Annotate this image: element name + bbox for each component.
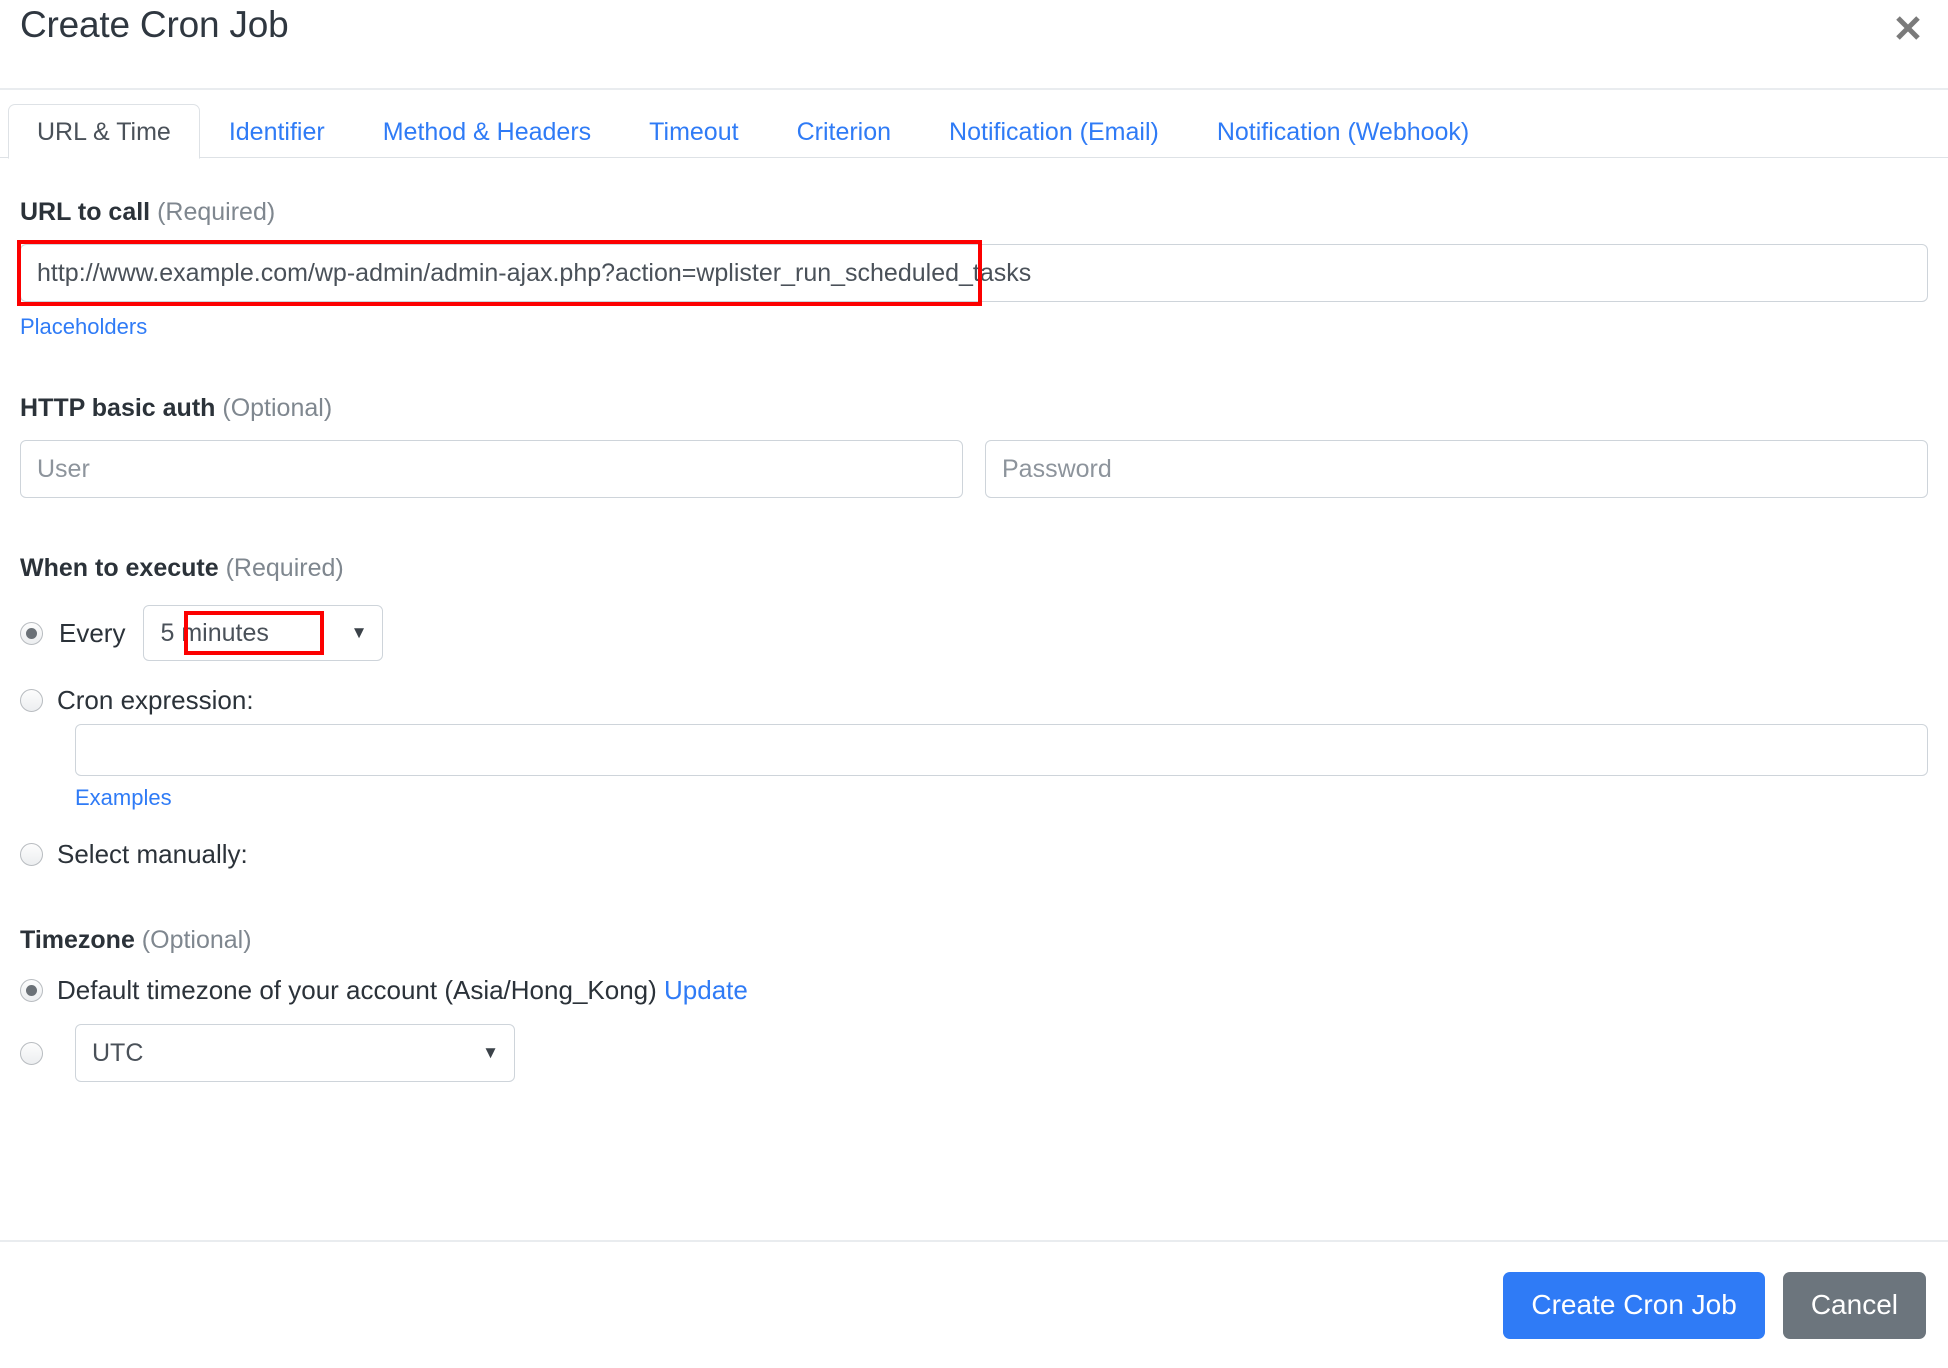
timezone-default-label: Default timezone of your account (Asia/H… <box>57 975 657 1005</box>
timezone-update-link[interactable]: Update <box>664 975 748 1006</box>
radio-timezone-default[interactable] <box>20 979 43 1002</box>
url-to-call-requirement: (Required) <box>157 198 276 226</box>
tab-notification-email[interactable]: Notification (Email) <box>920 104 1188 159</box>
radio-cron-expression[interactable] <box>20 689 43 712</box>
timezone-select-wrapper: UTC ▼ <box>75 1024 515 1082</box>
schedule-every-label: Every <box>59 617 126 648</box>
tab-method-and-headers[interactable]: Method & Headers <box>354 104 620 159</box>
url-to-call-label-text: URL to call <box>20 198 151 226</box>
schedule-manual-row: Select manually: <box>20 839 1928 870</box>
tab-notification-webhook[interactable]: Notification (Webhook) <box>1188 104 1498 159</box>
timezone-default-row: Default timezone of your account (Asia/H… <box>20 975 1928 1006</box>
schedule-every-row: Every 5 minutes ▼ <box>20 605 1928 661</box>
timezone-default-text: Default timezone of your account (Asia/H… <box>57 975 748 1006</box>
dialog-footer: Create Cron Job Cancel <box>0 1240 1948 1368</box>
dialog-header: Create Cron Job <box>0 0 1948 90</box>
placeholders-link[interactable]: Placeholders <box>20 314 147 340</box>
close-icon[interactable] <box>1886 6 1930 50</box>
timezone-requirement: (Optional) <box>141 926 252 954</box>
page-title: Create Cron Job <box>20 4 289 45</box>
create-cron-job-button[interactable]: Create Cron Job <box>1503 1271 1765 1339</box>
timezone-label-text: Timezone <box>20 926 135 954</box>
timezone-select[interactable]: UTC <box>75 1024 515 1082</box>
url-to-call-label: URL to call (Required) <box>20 198 1928 227</box>
interval-select[interactable]: 5 minutes <box>143 605 384 661</box>
tab-criterion[interactable]: Criterion <box>768 104 920 159</box>
http-basic-auth-label-text: HTTP basic auth <box>20 394 216 422</box>
tab-identifier[interactable]: Identifier <box>200 104 354 159</box>
http-basic-auth-requirement: (Optional) <box>222 394 333 422</box>
when-to-execute-label: When to execute (Required) <box>20 554 1928 583</box>
when-to-execute-section: When to execute (Required) Every 5 minut… <box>20 554 1928 870</box>
timezone-label: Timezone (Optional) <box>20 926 1928 955</box>
tab-url-and-time[interactable]: URL & Time <box>8 104 200 159</box>
cancel-button[interactable]: Cancel <box>1782 1271 1926 1339</box>
when-to-execute-label-text: When to execute <box>20 554 219 582</box>
cron-expression-field-group: Examples <box>75 724 1928 811</box>
auth-password-input[interactable] <box>985 440 1928 498</box>
http-basic-auth-label: HTTP basic auth (Optional) <box>20 394 1928 423</box>
when-to-execute-requirement: (Required) <box>225 554 344 582</box>
cron-expression-input[interactable] <box>75 724 1928 776</box>
examples-link[interactable]: Examples <box>75 785 172 811</box>
timezone-section: Timezone (Optional) Default timezone of … <box>20 926 1928 1082</box>
auth-user-input[interactable] <box>20 440 963 498</box>
interval-select-wrapper: 5 minutes ▼ <box>143 605 384 661</box>
timezone-custom-row: UTC ▼ <box>20 1024 1928 1082</box>
url-to-call-section: URL to call (Required) Placeholders <box>17 198 1928 340</box>
schedule-cron-expression-row: Cron expression: <box>20 685 1928 716</box>
dialog-body: URL to call (Required) Placeholders HTTP… <box>0 158 1948 1240</box>
tab-timeout[interactable]: Timeout <box>620 104 767 159</box>
schedule-manual-label: Select manually: <box>57 839 248 869</box>
url-input[interactable] <box>20 244 1928 302</box>
tab-bar: URL & Time Identifier Method & Headers T… <box>0 90 1948 159</box>
radio-every[interactable] <box>20 621 43 645</box>
http-basic-auth-section: HTTP basic auth (Optional) <box>20 394 1928 498</box>
radio-select-manually[interactable] <box>20 843 43 866</box>
auth-inputs-row <box>20 440 1928 498</box>
create-cron-job-dialog: Create Cron Job URL & Time Identifier Me… <box>0 0 1948 1368</box>
radio-timezone-custom[interactable] <box>20 1041 43 1065</box>
schedule-cron-expression-block: Cron expression: Examples <box>20 685 1928 811</box>
schedule-cron-expression-label: Cron expression: <box>57 685 254 715</box>
tab-list: URL & Time Identifier Method & Headers T… <box>8 90 1948 159</box>
